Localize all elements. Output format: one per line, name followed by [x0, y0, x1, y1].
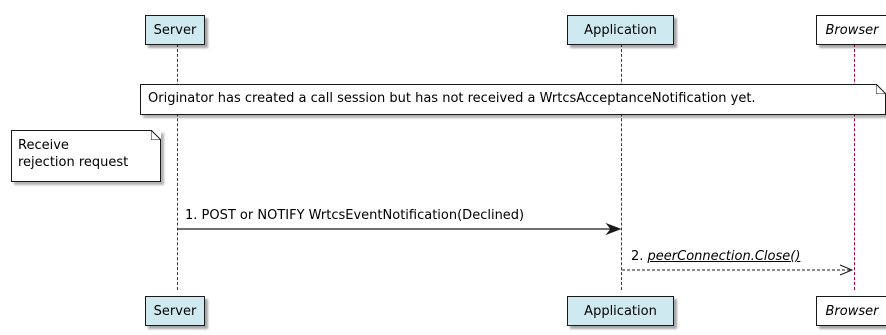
message-1-arrow [178, 222, 622, 236]
message-2-arrow [622, 264, 854, 276]
message-arrows [178, 222, 854, 276]
